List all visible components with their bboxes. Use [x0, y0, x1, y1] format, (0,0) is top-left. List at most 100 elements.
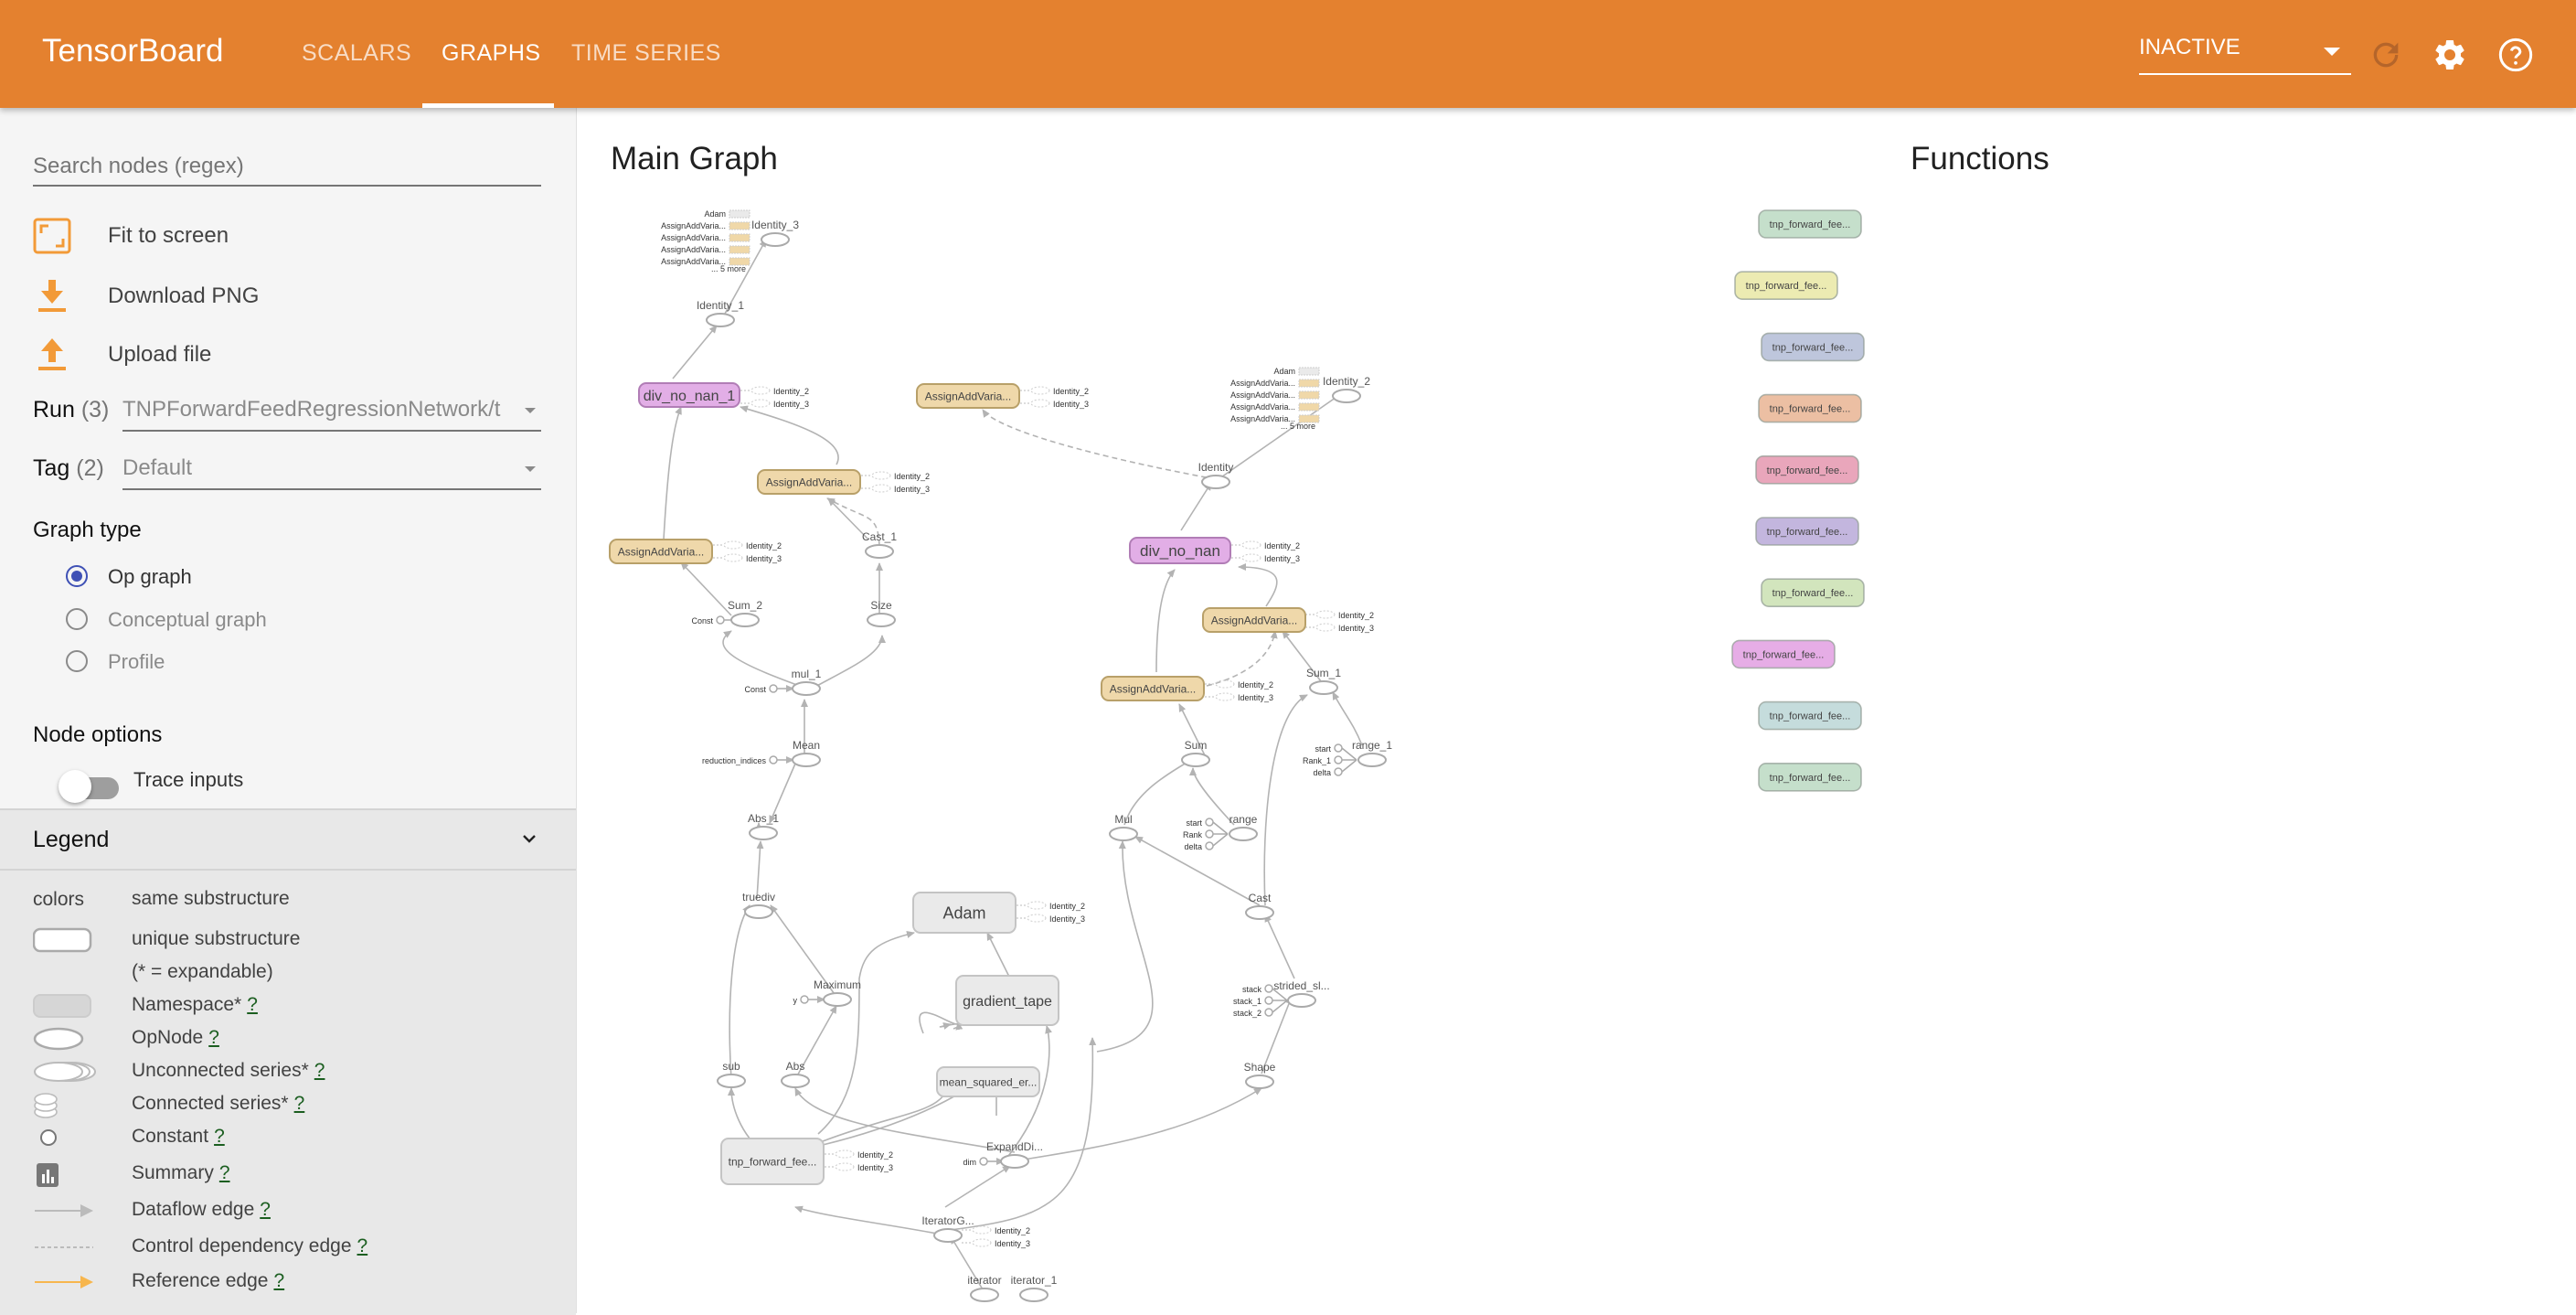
meta-node-div-no-nan[interactable]: div_no_nan [1129, 537, 1231, 564]
main-graph-svg[interactable]: Adam AssignAddVaria... AssignAddVaria... As… [577, 108, 2576, 1313]
legend-toggle[interactable]: Legend [0, 810, 576, 871]
annotation-node [1315, 610, 1336, 619]
function-node[interactable]: tnp_forward_fee... [1755, 454, 1859, 485]
constant-node[interactable] [1334, 755, 1343, 764]
constant-node[interactable] [979, 1157, 988, 1166]
legend-help-link[interactable]: ? [247, 994, 258, 1015]
op-node-identity_1[interactable]: Identity_1 [697, 299, 744, 327]
constant-node[interactable] [1264, 996, 1273, 1005]
run-status-dropdown[interactable]: INACTIVE [2139, 35, 2351, 75]
meta-node-assign-b[interactable]: AssignAddVaria... [609, 539, 713, 564]
op-node-label: Maximum [814, 978, 861, 991]
op-node-iterator[interactable]: iterator [967, 1274, 1002, 1302]
upload-file-button[interactable]: Upload file [33, 335, 545, 375]
annotation-node [1241, 553, 1261, 562]
constant-node[interactable] [1205, 841, 1214, 850]
settings-icon[interactable] [2432, 37, 2468, 73]
run-selector[interactable]: Run (3) TNPForwardFeedRegressionNetwork/… [33, 390, 541, 435]
function-node[interactable]: tnp_forward_fee... [1731, 639, 1836, 669]
legend-help-link[interactable]: ? [357, 1235, 368, 1256]
op-node-sum_2[interactable]: Sum_2 [728, 599, 762, 627]
constant-node[interactable] [800, 995, 809, 1004]
function-node[interactable]: tnp_forward_fee... [1734, 271, 1838, 300]
constant-node[interactable] [1205, 829, 1214, 839]
tab-graphs[interactable]: GRAPHS [442, 40, 541, 67]
meta-node-assign-d[interactable]: AssignAddVaria... [1202, 607, 1306, 633]
op-node-mul_1[interactable]: mul_1 [792, 668, 822, 696]
meta-node-adam[interactable]: Adam [912, 892, 1017, 934]
meta-node-assign-c[interactable]: AssignAddVaria... [916, 383, 1020, 409]
constant-node[interactable] [769, 755, 778, 764]
op-node-sub[interactable]: sub [717, 1060, 746, 1088]
constant-node[interactable] [1334, 767, 1343, 776]
op-node-abs[interactable]: Abs [781, 1060, 810, 1088]
op-node-abs_1[interactable]: Abs_1 [748, 812, 779, 840]
run-dropdown[interactable]: TNPForwardFeedRegressionNetwork/t [122, 390, 541, 432]
legend-help-link[interactable]: ? [294, 1093, 305, 1114]
meta-node-tnp-forward-feed[interactable]: tnp_forward_fee... [720, 1138, 825, 1185]
radio-button[interactable] [66, 650, 88, 672]
constant-node[interactable] [1205, 818, 1214, 827]
function-node[interactable]: tnp_forward_fee... [1758, 762, 1862, 792]
meta-node-div-no-nan-1[interactable]: div_no_nan_1 [638, 382, 740, 408]
meta-node-gradient-tape[interactable]: gradient_tape [955, 975, 1059, 1026]
function-node[interactable]: tnp_forward_fee... [1761, 578, 1865, 608]
refresh-icon[interactable] [2368, 37, 2404, 73]
op-node-mul[interactable]: Mul [1109, 813, 1138, 841]
op-node-label: iterator_1 [1011, 1274, 1058, 1287]
radio-button-checked[interactable] [66, 565, 88, 587]
function-node[interactable]: tnp_forward_fee... [1758, 393, 1862, 423]
tag-selector[interactable]: Tag (2) Default [33, 448, 541, 494]
constant-node[interactable] [1264, 984, 1273, 993]
legend-help-link[interactable]: ? [219, 1162, 230, 1183]
op-node-range_1[interactable]: range_1 [1352, 739, 1392, 767]
constant-node[interactable] [1264, 1008, 1273, 1017]
op-node-truediv[interactable]: truediv [742, 891, 775, 919]
meta-node-mean-squared-error[interactable]: mean_squared_er... [936, 1066, 1040, 1097]
legend-help-link[interactable]: ? [208, 1027, 219, 1048]
constant-node[interactable] [769, 684, 778, 693]
op-node-cast[interactable]: Cast [1245, 892, 1274, 920]
toggle-knob[interactable] [59, 770, 91, 803]
legend-help-link[interactable]: ? [214, 1126, 225, 1147]
op-node-sum_1[interactable]: Sum_1 [1306, 667, 1341, 695]
function-node[interactable]: tnp_forward_fee... [1758, 209, 1862, 239]
function-node[interactable]: tnp_forward_fee... [1761, 332, 1865, 362]
help-icon[interactable] [2497, 37, 2534, 73]
op-node-maximum[interactable]: Maximum [814, 978, 861, 1007]
constant-node[interactable] [716, 615, 725, 625]
op-node-identity_2[interactable]: Identity_2 [1323, 375, 1370, 403]
tab-scalars[interactable]: SCALARS [302, 40, 411, 67]
download-png-button[interactable]: Download PNG [33, 276, 545, 316]
legend-help-link[interactable]: ? [314, 1060, 325, 1081]
op-node-expand[interactable]: ExpandDi... [986, 1140, 1043, 1169]
radio-button[interactable] [66, 608, 88, 630]
op-node-size[interactable]: Size [867, 599, 896, 627]
annotation-label: Identity_3 [746, 554, 782, 563]
annotation-node [871, 471, 891, 480]
op-node-mean[interactable]: Mean [792, 739, 821, 767]
search-nodes-input[interactable] [33, 148, 541, 187]
op-node-identity[interactable]: Identity [1198, 461, 1234, 489]
op-node-strided[interactable]: strided_sl... [1273, 979, 1330, 1008]
legend-help-link[interactable]: ? [260, 1199, 271, 1220]
meta-node-assign-e[interactable]: AssignAddVaria... [1101, 676, 1205, 701]
trace-inputs-toggle[interactable] [59, 770, 119, 803]
tag-dropdown[interactable]: Default [122, 448, 541, 490]
tab-time-series[interactable]: TIME SERIES [571, 40, 721, 67]
op-node-identity_3[interactable]: Identity_3 [751, 219, 799, 247]
function-node[interactable]: tnp_forward_fee... [1758, 700, 1862, 731]
op-node-shape[interactable]: Shape [1244, 1061, 1276, 1089]
op-node-iterator_1[interactable]: iterator_1 [1011, 1274, 1058, 1302]
fit-to-screen-button[interactable]: Fit to screen [33, 216, 545, 256]
op-node-range[interactable]: range [1229, 813, 1258, 841]
op-node-label: Identity_1 [697, 299, 744, 312]
constant-node[interactable] [1334, 743, 1343, 753]
function-node[interactable]: tnp_forward_fee... [1755, 517, 1859, 546]
op-node-shape [781, 1074, 810, 1088]
op-node-sum[interactable]: Sum [1181, 739, 1210, 767]
legend-help-link[interactable]: ? [273, 1270, 284, 1291]
meta-node-assign-a[interactable]: AssignAddVaria... [757, 469, 861, 495]
annotation-label: Identity_3 [894, 485, 930, 494]
graph-canvas[interactable]: Main Graph Functions Adam AssignAddVaria.… [577, 108, 2576, 1313]
